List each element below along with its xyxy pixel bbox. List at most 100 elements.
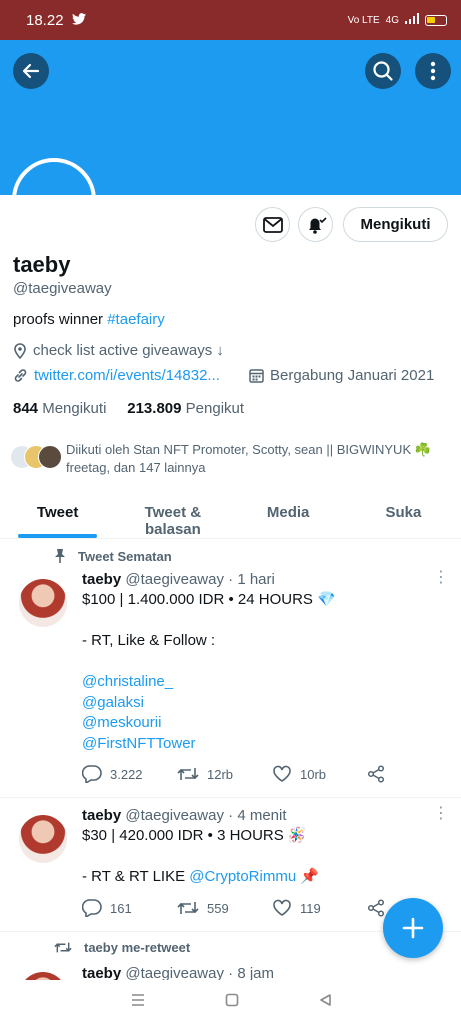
bio-hashtag-link[interactable]: #taefairy xyxy=(107,311,165,328)
like-count: 119 xyxy=(300,900,321,916)
twitter-bird-icon xyxy=(71,12,86,28)
profile-name: taeby xyxy=(13,252,71,277)
tweet-line: $100 | 1.400.000 IDR • 24 HOURS 💎 xyxy=(82,591,336,608)
more-vertical-icon xyxy=(430,61,436,81)
followed-by[interactable]: Diikuti oleh Stan NFT Promoter, Scotty, … xyxy=(10,441,446,477)
link-icon xyxy=(14,369,27,382)
bio-text: proofs winner xyxy=(13,311,108,328)
following-stat[interactable]: 844 Mengikuti xyxy=(13,400,106,417)
profile-joined: Bergabung Januari 2021 xyxy=(249,367,434,384)
tweet-more-button[interactable]: ⋮ xyxy=(433,570,449,586)
tweet-actions: 161 559 119 xyxy=(82,899,385,917)
tab-tweets[interactable]: Tweet xyxy=(0,493,115,538)
home-button[interactable] xyxy=(225,993,239,1012)
location-icon xyxy=(14,342,26,359)
share-button[interactable] xyxy=(367,765,385,783)
avatar xyxy=(38,445,62,469)
tweet-line-text: - RT & RT LIKE xyxy=(82,868,190,885)
home-square-icon xyxy=(225,993,238,1006)
reply-button[interactable]: 3.222 xyxy=(82,765,177,783)
followers-stat[interactable]: 213.809 Pengikut xyxy=(127,400,244,417)
tab-tweets-replies[interactable]: Tweet & balasan xyxy=(115,493,230,538)
tweet-avatar[interactable] xyxy=(19,815,67,863)
followers-label: Pengikut xyxy=(185,400,245,417)
mention-link[interactable]: @galaksi xyxy=(82,693,442,714)
retweet-label: taeby me-retweet xyxy=(84,940,191,955)
tab-likes[interactable]: Suka xyxy=(346,493,461,538)
menu-icon xyxy=(131,993,144,1006)
recent-apps-button[interactable] xyxy=(130,993,146,1012)
like-button[interactable]: 119 xyxy=(272,899,367,917)
tweet-author-name[interactable]: taeby xyxy=(82,807,121,824)
retweet-count: 559 xyxy=(207,900,229,916)
location-text: check list active giveaways ↓ xyxy=(33,342,224,359)
retweet-button[interactable]: 559 xyxy=(177,899,272,917)
tweet-text: $100 | 1.400.000 IDR • 24 HOURS 💎 - RT, … xyxy=(82,590,442,754)
message-button[interactable] xyxy=(255,207,290,242)
like-count: 10rb xyxy=(300,766,327,782)
profile-website[interactable]: twitter.com/i/events/14832... xyxy=(13,367,220,384)
tweet-line xyxy=(82,611,442,632)
tab-media[interactable]: Media xyxy=(231,493,346,538)
status-bar: 18.22 Vo LTE 4G xyxy=(0,0,461,40)
reply-count: 161 xyxy=(110,900,132,916)
mention-link[interactable]: @christaline_ xyxy=(82,672,442,693)
tweet-text: $30 | 420.000 IDR • 3 HOURS 🪅 - RT & RT … xyxy=(82,826,442,888)
battery-icon xyxy=(425,14,447,26)
following-count: 844 xyxy=(13,400,39,417)
network-type: 4G xyxy=(385,14,399,26)
system-nav-bar xyxy=(0,980,461,1024)
reply-icon xyxy=(82,899,102,917)
profile-location: check list active giveaways ↓ xyxy=(13,342,224,359)
tweet-line-suffix: 📌 xyxy=(296,868,320,885)
bell-icon xyxy=(308,216,327,234)
following-label: Mengikuti xyxy=(42,400,107,417)
website-link[interactable]: twitter.com/i/events/14832... xyxy=(34,367,220,384)
status-time: 18.22 xyxy=(26,11,64,29)
tweet-author-name[interactable]: taeby xyxy=(82,571,121,588)
tweet-actions: 3.222 12rb 10rb xyxy=(82,765,385,783)
tweet-more-button[interactable]: ⋮ xyxy=(433,806,449,822)
tweet-author-handle: @taegiveaway xyxy=(125,571,224,588)
back-arrow-icon xyxy=(22,63,40,79)
reply-icon xyxy=(82,765,102,783)
tweet-line: - RT & RT LIKE @CryptoRimmu 📌 xyxy=(82,867,442,888)
joined-text: Bergabung Januari 2021 xyxy=(270,367,435,384)
like-icon xyxy=(273,899,291,916)
search-button[interactable] xyxy=(365,53,401,89)
volte-indicator: Vo LTE xyxy=(347,14,380,26)
more-options-button[interactable] xyxy=(415,53,451,89)
divider xyxy=(0,797,461,798)
plus-icon xyxy=(402,917,424,939)
mention-link[interactable]: @CryptoRimmu xyxy=(189,868,296,885)
mail-icon xyxy=(262,216,283,233)
mention-link[interactable]: @meskourii xyxy=(82,713,442,734)
tweet-time: · 1 hari xyxy=(228,571,275,588)
nav-back-button[interactable] xyxy=(318,993,332,1012)
signal-icon xyxy=(405,13,419,27)
tweet-line xyxy=(82,652,442,673)
compose-tweet-button[interactable] xyxy=(383,898,443,958)
followers-count: 213.809 xyxy=(127,400,182,417)
tweet-avatar[interactable] xyxy=(19,579,67,627)
pinned-indicator: Tweet Sematan xyxy=(54,548,172,564)
mention-link[interactable]: @FirstNFTTower xyxy=(82,734,442,755)
share-button[interactable] xyxy=(367,899,385,917)
profile-tabs: Tweet Tweet & balasan Media Suka xyxy=(0,493,461,539)
tweet-line: - RT, Like & Follow : xyxy=(82,632,216,649)
share-icon xyxy=(367,899,385,917)
tweet-time: · 4 menit xyxy=(228,807,287,824)
tweet-header: taeby @taegiveaway · 1 hari xyxy=(82,571,275,588)
follow-counts: 844 Mengikuti 213.809 Pengikut xyxy=(13,400,244,417)
back-button[interactable] xyxy=(13,53,49,89)
pinned-label: Tweet Sematan xyxy=(78,548,172,564)
retweet-button[interactable]: 12rb xyxy=(177,765,272,783)
reply-button[interactable]: 161 xyxy=(82,899,177,917)
notifications-button[interactable] xyxy=(298,207,333,242)
following-button[interactable]: Mengikuti xyxy=(343,207,448,242)
search-icon xyxy=(373,61,393,81)
calendar-icon xyxy=(249,369,264,383)
like-button[interactable]: 10rb xyxy=(272,765,367,783)
share-icon xyxy=(367,765,385,783)
retweet-count: 12rb xyxy=(207,766,234,782)
